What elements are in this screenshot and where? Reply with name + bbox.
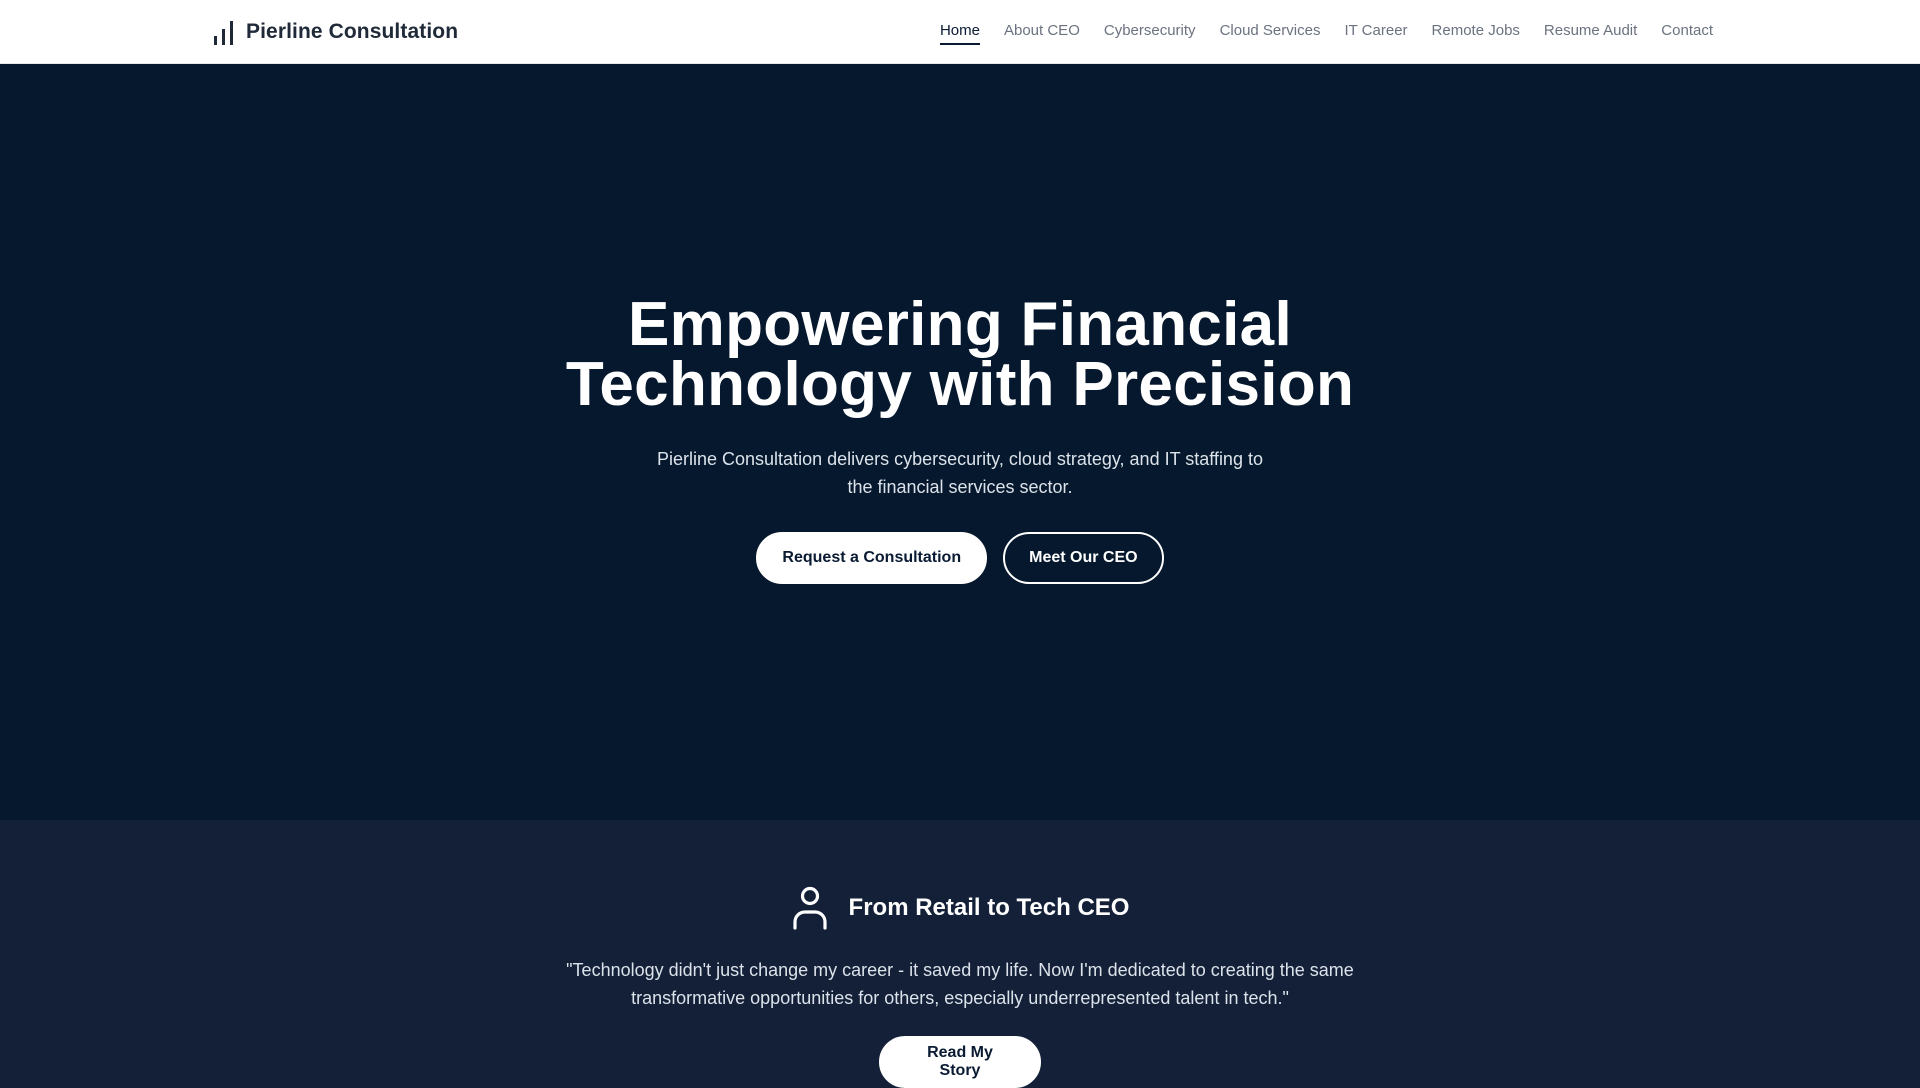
ceo-quote: "Technology didn't just change my career…	[0, 956, 1920, 1012]
ceo-quote-line2: transformative opportunities for others,…	[631, 988, 1289, 1008]
main-nav: Home About CEO Cybersecurity Cloud Servi…	[939, 0, 1713, 64]
nav-about-ceo[interactable]: About CEO	[1004, 22, 1080, 45]
hero-subtitle-line2: the financial services sector.	[847, 477, 1073, 497]
navbar: Pierline Consultation Home About CEO Cyb…	[0, 0, 1920, 64]
hero-title-line2: Technology with Precision	[565, 350, 1355, 419]
nav-resume-audit[interactable]: Resume Audit	[1544, 22, 1637, 45]
nav-home[interactable]: Home	[939, 22, 980, 45]
nav-cloud-services[interactable]: Cloud Services	[1220, 22, 1321, 45]
bar-chart-icon	[214, 21, 233, 45]
nav-contact[interactable]: Contact	[1661, 22, 1713, 45]
story-title: From Retail to Tech CEO	[848, 894, 1130, 921]
read-my-story-button[interactable]: Read My Story	[879, 1036, 1041, 1088]
hero-title: Empowering Financial Technology with Pre…	[0, 294, 1920, 416]
brand-name: Pierline Consultation	[246, 20, 459, 43]
nav-remote-jobs[interactable]: Remote Jobs	[1432, 22, 1520, 45]
hero-actions: Request a Consultation Meet Our CEO	[0, 532, 1920, 584]
meet-ceo-button[interactable]: Meet Our CEO	[1003, 532, 1164, 584]
nav-cybersecurity[interactable]: Cybersecurity	[1104, 22, 1196, 45]
request-consultation-button[interactable]: Request a Consultation	[756, 532, 988, 584]
hero-subtitle-line1: Pierline Consultation delivers cybersecu…	[657, 449, 1263, 469]
ceo-story-section: From Retail to Tech CEO "Technology didn…	[0, 820, 1920, 1088]
hero-title-line1: Empowering Financial	[628, 290, 1292, 359]
story-heading: From Retail to Tech CEO	[0, 886, 1920, 930]
nav-it-career[interactable]: IT Career	[1344, 22, 1407, 45]
ceo-quote-line1: "Technology didn't just change my career…	[566, 960, 1354, 980]
hero-section: Empowering Financial Technology with Pre…	[0, 64, 1920, 820]
brand-logo[interactable]: Pierline Consultation	[212, 0, 458, 64]
hero-subtitle: Pierline Consultation delivers cybersecu…	[0, 445, 1920, 501]
user-icon	[792, 886, 827, 930]
